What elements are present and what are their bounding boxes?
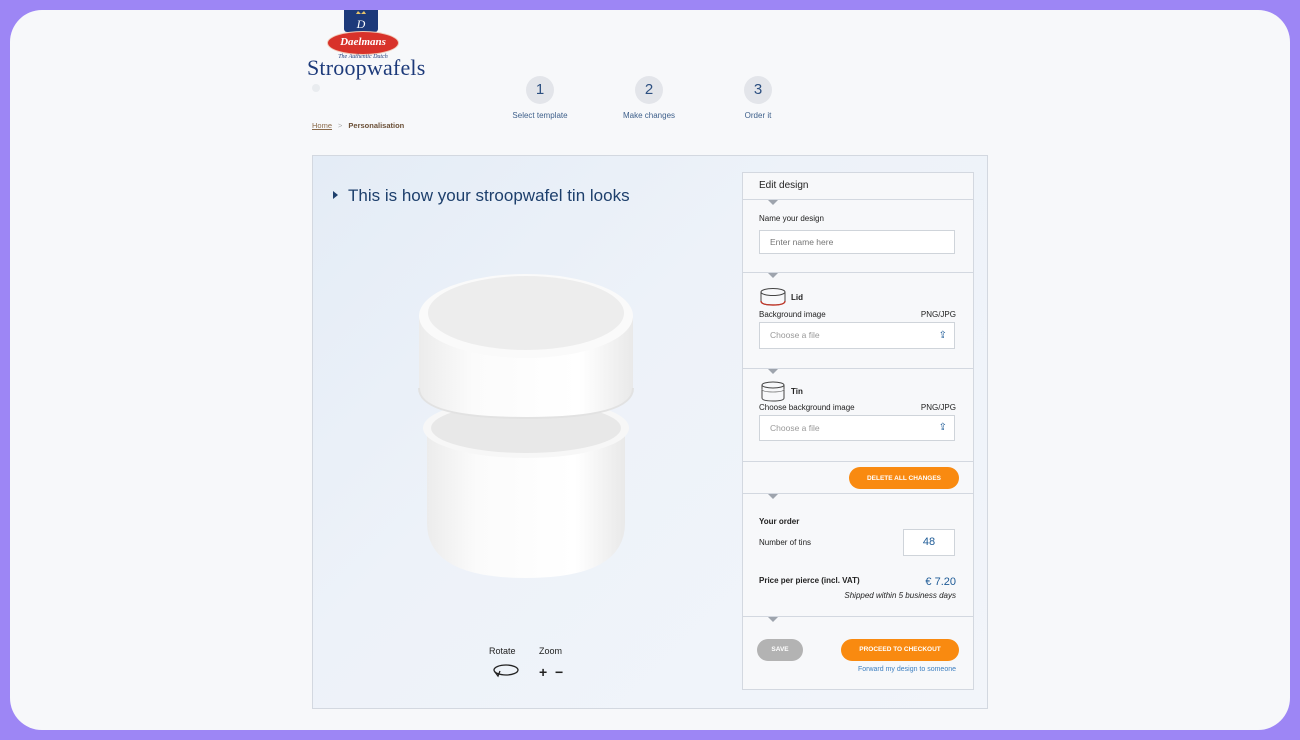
notch-icon: [768, 617, 778, 622]
breadcrumb-separator: >: [338, 121, 343, 130]
notch-icon: [768, 200, 778, 205]
tin-section: Tin Choose background image PNG/JPG Choo…: [743, 369, 973, 462]
name-section: Name your design: [743, 200, 973, 273]
lid-title: Lid: [791, 293, 803, 302]
brand-logo[interactable]: D Daelmans The Authentic Dutch Stroopwaf…: [307, 10, 426, 80]
step-number: 1: [526, 76, 554, 104]
preview-title-text: This is how your stroopwafel tin looks: [348, 186, 630, 205]
tin-preview[interactable]: [411, 258, 641, 588]
qty-label: Number of tins: [759, 538, 812, 547]
design-name-input[interactable]: [759, 230, 955, 254]
breadcrumb: Home > Personalisation: [312, 121, 404, 130]
tin-bg-label: Choose background image: [759, 403, 855, 412]
tin-icon: [761, 381, 785, 402]
designer-panel: This is how your stroopwafel tin looks R…: [312, 155, 988, 709]
lid-bg-label: Background image: [759, 310, 826, 319]
lid-section: Lid Background image PNG/JPG Choose a fi…: [743, 273, 973, 369]
tin-file-input[interactable]: Choose a file ⇪: [759, 415, 955, 441]
zoom-out-button[interactable]: −: [555, 664, 563, 680]
crest-icon: D: [344, 10, 378, 32]
step-label: Select template: [512, 111, 568, 120]
step-order-it[interactable]: 3 Order it: [718, 76, 798, 120]
proceed-to-checkout-button[interactable]: PROCEED TO CHECKOUT: [841, 639, 959, 661]
notch-icon: [768, 494, 778, 499]
tin-format: PNG/JPG: [920, 403, 956, 412]
edit-heading: Edit design: [759, 180, 809, 191]
lid-format: PNG/JPG: [920, 310, 956, 319]
brand-name: Stroopwafels: [307, 55, 426, 80]
rotate-icon[interactable]: [491, 664, 521, 678]
step-label: Order it: [744, 111, 772, 120]
edit-header: Edit design: [743, 173, 973, 200]
order-section: Your order Number of tins 48 Price per p…: [743, 494, 973, 617]
tin-title: Tin: [791, 387, 803, 396]
delete-section: DELETE ALL CHANGES: [743, 462, 973, 494]
step-label: Make changes: [622, 111, 676, 120]
delete-all-changes-button[interactable]: DELETE ALL CHANGES: [849, 467, 959, 489]
save-button[interactable]: SAVE: [757, 639, 803, 661]
language-dot[interactable]: [312, 84, 320, 92]
brand-oval-text: Daelmans: [340, 36, 386, 48]
price-label: Price per pierce (incl. VAT): [759, 576, 860, 585]
breadcrumb-home[interactable]: Home: [312, 121, 332, 130]
actions-section: SAVE PROCEED TO CHECKOUT Forward my desi…: [743, 617, 973, 688]
zoom-label: Zoom: [539, 646, 563, 656]
upload-icon[interactable]: ⇪: [939, 323, 947, 348]
lid-file-input[interactable]: Choose a file ⇪: [759, 322, 955, 349]
quantity-input[interactable]: 48: [903, 529, 955, 556]
forward-design-link[interactable]: Forward my design to someone: [858, 666, 956, 673]
name-label: Name your design: [759, 214, 824, 223]
app-frame: D Daelmans The Authentic Dutch Stroopwaf…: [10, 10, 1290, 730]
zoom-in-button[interactable]: +: [539, 664, 547, 680]
brand-oval: Daelmans: [327, 31, 399, 55]
notch-icon: [768, 369, 778, 374]
step-number: 3: [744, 76, 772, 104]
breadcrumb-current: Personalisation: [348, 121, 405, 130]
step-select-template[interactable]: 1 Select template: [500, 76, 580, 120]
svg-text:D: D: [356, 17, 366, 31]
caret-right-icon: [333, 191, 338, 199]
tin-file-placeholder: Choose a file: [770, 423, 820, 433]
notch-icon: [768, 273, 778, 278]
preview-title: This is how your stroopwafel tin looks: [333, 186, 630, 206]
upload-icon[interactable]: ⇪: [939, 416, 947, 440]
rotate-label: Rotate: [489, 646, 516, 656]
order-title: Your order: [759, 517, 800, 526]
step-number: 2: [635, 76, 663, 104]
edit-design-card: Edit design Name your design Lid Backgro…: [742, 172, 974, 690]
shipping-note: Shipped within 5 business days: [844, 591, 956, 600]
step-make-changes[interactable]: 2 Make changes: [609, 76, 689, 120]
lid-icon: [760, 288, 786, 306]
price-value: € 7.20: [925, 576, 956, 588]
lid-file-placeholder: Choose a file: [770, 330, 820, 340]
